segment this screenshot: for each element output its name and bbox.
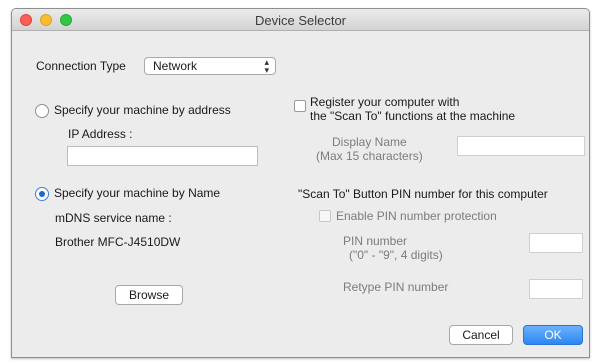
retype-pin-input[interactable] — [529, 279, 583, 299]
register-computer-label: Register your computer with the "Scan To… — [310, 95, 515, 123]
register-line-1: Register your computer with — [310, 95, 460, 109]
display-name-line-1: Display Name — [332, 135, 407, 149]
register-line-2: the "Scan To" functions at the machine — [310, 109, 516, 123]
enable-pin-label: Enable PIN number protection — [336, 209, 497, 223]
display-name-input[interactable] — [457, 136, 585, 156]
enable-pin-checkbox[interactable] — [319, 210, 331, 222]
connection-type-label: Connection Type — [36, 59, 126, 73]
connection-type-select[interactable]: Network ▴ ▾ — [144, 57, 276, 75]
pin-number-line-2: ("0" - "9", 4 digits) — [349, 248, 443, 262]
mdns-service-name-label: mDNS service name : — [55, 211, 172, 225]
radio-specify-by-name[interactable] — [35, 187, 49, 201]
pin-section-heading: "Scan To" Button PIN number for this com… — [298, 187, 548, 201]
display-name-line-2: (Max 15 characters) — [316, 149, 423, 163]
ip-address-input[interactable] — [67, 146, 258, 166]
browse-button[interactable]: Browse — [115, 285, 183, 305]
pin-number-line-1: PIN number — [343, 234, 408, 248]
pin-number-input[interactable] — [529, 233, 583, 253]
radio-specify-by-address[interactable] — [35, 104, 49, 118]
ok-button[interactable]: OK — [523, 325, 583, 345]
specify-by-address-label: Specify your machine by address — [54, 103, 231, 117]
device-selector-window: Device Selector Connection Type Network … — [11, 8, 590, 358]
cancel-button[interactable]: Cancel — [449, 325, 513, 345]
ip-address-label: IP Address : — [68, 127, 133, 141]
retype-pin-label: Retype PIN number — [343, 280, 449, 294]
register-computer-checkbox[interactable] — [294, 100, 306, 112]
display-name-label: Display Name (Max 15 characters) — [316, 135, 423, 163]
connection-type-value: Network — [153, 59, 198, 73]
specify-by-name-label: Specify your machine by Name — [54, 186, 221, 200]
title-bar[interactable]: Device Selector — [12, 9, 589, 31]
select-arrows-icon: ▴ ▾ — [264, 57, 269, 75]
mdns-service-name-value: Brother MFC-J4510DW — [55, 235, 181, 249]
window-title: Device Selector — [254, 13, 347, 28]
pin-number-label: PIN number ("0" - "9", 4 digits) — [343, 234, 443, 262]
